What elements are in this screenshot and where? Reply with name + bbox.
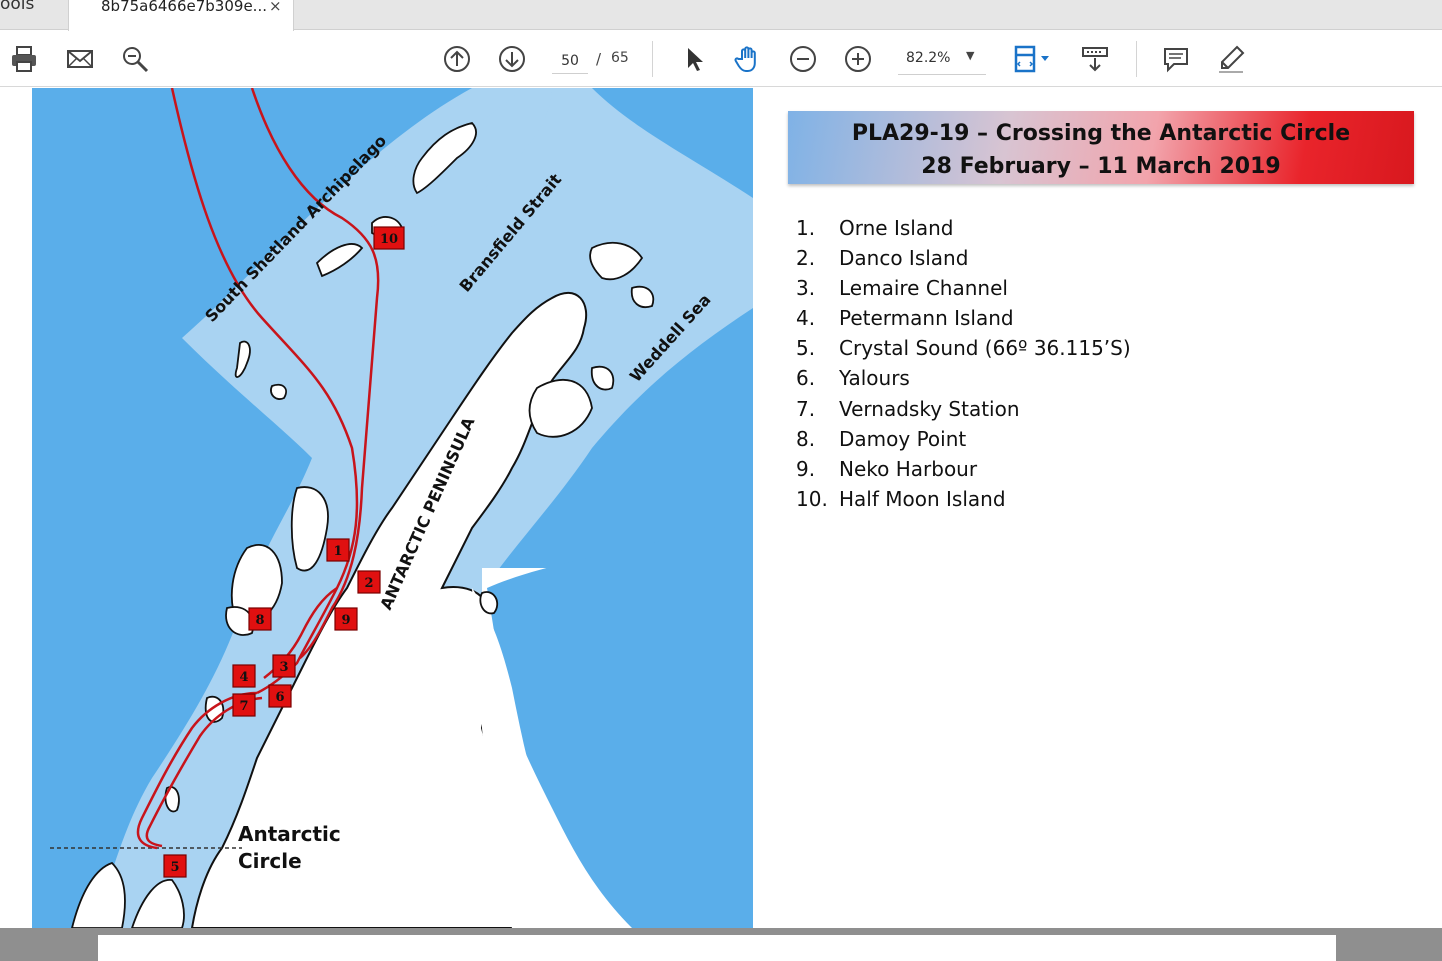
stop-marker-label: 6	[275, 690, 284, 705]
toolbar-divider	[652, 41, 653, 77]
page-up-icon	[444, 46, 470, 72]
stop-number: 3.	[796, 276, 816, 301]
highlight-button[interactable]	[1213, 41, 1249, 77]
stop-number: 8.	[796, 426, 816, 451]
zoom-in-icon	[845, 46, 871, 72]
page-total: 65	[611, 50, 629, 66]
list-item: 5. Crystal Sound (66º 36.115’S)	[796, 336, 1131, 366]
stop-name: Neko Harbour	[839, 456, 978, 481]
itinerary-title: PLA29-19 – Crossing the Antarctic Circle	[851, 121, 1351, 146]
comment-icon	[1164, 48, 1188, 73]
tab-tools-label: ools	[0, 0, 35, 14]
email-button[interactable]	[62, 41, 98, 77]
antarctic-map: South Shetland Archipelago Bransfield St…	[32, 88, 753, 928]
highlight-pen-icon	[1219, 45, 1245, 73]
toolbar-divider	[1136, 41, 1137, 77]
stop-number: 6.	[796, 366, 816, 391]
stop-marker-label: 2	[364, 576, 373, 591]
close-tab-icon[interactable]: ×	[269, 0, 282, 15]
zoom-search-icon	[123, 47, 149, 73]
next-page-button[interactable]	[494, 41, 530, 77]
stop-name: Lemaire Channel	[839, 276, 1008, 301]
hand-tool-button[interactable]	[730, 41, 766, 77]
stop-name: Yalours	[839, 366, 910, 391]
label-circle-line1: Antarctic	[238, 822, 341, 846]
stop-number: 10.	[796, 486, 828, 511]
stop-list: 1. Orne Island 2. Danco Island 3. Lemaire Cha…	[796, 216, 1131, 517]
previous-page-button[interactable]	[439, 41, 475, 77]
stop-name: Danco Island	[839, 246, 969, 271]
stop-marker-label: 1	[333, 544, 342, 559]
stop-name: Damoy Point	[839, 426, 967, 451]
stop-name: Vernadsky Station	[839, 396, 1020, 421]
list-item: 7. Vernadsky Station	[796, 397, 1131, 427]
list-item: 10. Half Moon Island	[796, 487, 1131, 517]
document-viewer[interactable]: South Shetland Archipelago Bransfield St…	[0, 88, 1442, 928]
list-item: 1. Orne Island	[796, 216, 1131, 246]
select-tool-button[interactable]	[676, 41, 712, 77]
stop-marker-label: 8	[255, 613, 264, 628]
stop-name: Petermann Island	[839, 306, 1014, 331]
stop-marker-label: 9	[341, 613, 350, 628]
fit-page-icon	[1014, 45, 1049, 73]
tab-document[interactable]: 8b75a6466e7b309e... ×	[68, 0, 294, 31]
stop-marker-label: 7	[239, 699, 248, 714]
zoom-value: 82.2%	[906, 50, 951, 66]
stop-number: 5.	[796, 336, 816, 361]
list-item: 4. Petermann Island	[796, 306, 1131, 336]
itinerary-dates: 28 February – 11 March 2019	[921, 154, 1281, 179]
email-icon	[67, 50, 93, 68]
stop-number: 2.	[796, 246, 816, 271]
tab-tools[interactable]: ools	[0, 0, 68, 24]
stop-number: 9.	[796, 456, 816, 481]
itinerary-title-banner: PLA29-19 – Crossing the Antarctic Circle…	[788, 111, 1414, 184]
island	[479, 591, 499, 615]
tab-document-label: 8b75a6466e7b309e...	[101, 0, 267, 15]
zoom-in-button[interactable]	[840, 41, 876, 77]
island	[270, 383, 287, 400]
comment-button[interactable]	[1158, 41, 1194, 77]
chevron-down-icon: ▼	[966, 49, 975, 62]
stop-number: 4.	[796, 306, 816, 331]
page-number-input[interactable]	[552, 48, 588, 74]
page-down-icon	[499, 46, 525, 72]
list-item: 3. Lemaire Channel	[796, 276, 1131, 306]
stop-name: Crystal Sound (66º 36.115’S)	[839, 336, 1131, 361]
zoom-out-icon	[790, 46, 816, 72]
fit-page-button[interactable]	[1006, 41, 1056, 77]
stop-marker-label: 10	[380, 232, 398, 247]
viewer-bottom-gutter	[0, 928, 1442, 961]
stop-name: Half Moon Island	[839, 486, 1006, 511]
zoom-out-button[interactable]	[785, 41, 821, 77]
find-button[interactable]	[117, 41, 153, 77]
list-item: 6. Yalours	[796, 366, 1131, 396]
list-item: 2. Danco Island	[796, 246, 1131, 276]
zoom-dropdown[interactable]: 82.2% ▼	[898, 45, 986, 75]
scroll-mode-icon	[1082, 47, 1108, 72]
stop-number: 1.	[796, 216, 816, 240]
stop-name: Orne Island	[839, 216, 954, 240]
next-page-preview	[98, 935, 1336, 961]
toolbar: / 65 82.2% ▼	[0, 31, 1442, 87]
label-circle-line2: Circle	[238, 849, 302, 873]
scroll-mode-button[interactable]	[1077, 41, 1113, 77]
stop-marker-label: 3	[279, 660, 288, 675]
print-button[interactable]	[6, 41, 42, 77]
tab-bar: ools 8b75a6466e7b309e... ×	[0, 0, 1442, 31]
hand-tool-icon	[734, 46, 756, 72]
list-item: 9. Neko Harbour	[796, 457, 1131, 487]
list-item: 8. Damoy Point	[796, 427, 1131, 457]
print-icon	[12, 46, 36, 72]
select-cursor-icon	[688, 48, 703, 71]
stop-marker-label: 5	[170, 860, 179, 875]
stop-marker-label: 4	[239, 670, 248, 685]
page-separator: /	[596, 50, 602, 68]
stop-number: 7.	[796, 396, 816, 421]
